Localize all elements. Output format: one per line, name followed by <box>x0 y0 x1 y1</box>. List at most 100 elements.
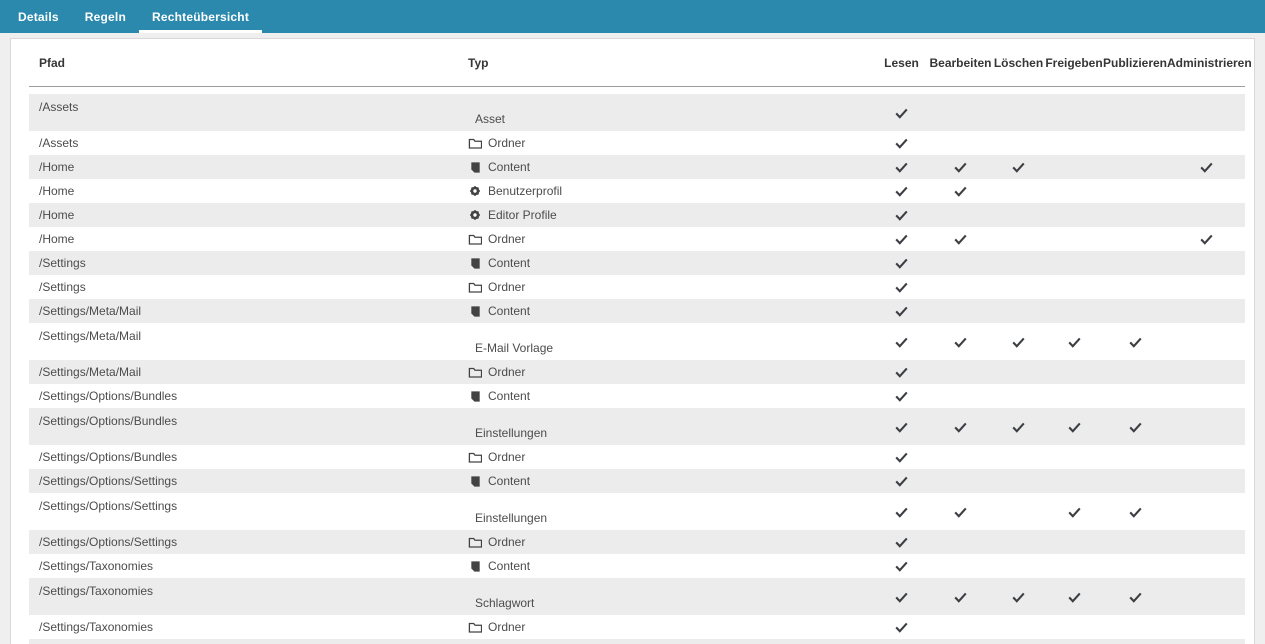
table-body: /AssetsAsset/AssetsOrdner/HomeContent/Ho… <box>29 94 1245 644</box>
row-type: Content <box>468 256 874 270</box>
row-path: /Home <box>29 232 468 246</box>
perm-cell-lesen <box>874 232 929 246</box>
row-path: /Settings/Meta/Mail <box>29 365 468 379</box>
content-icon <box>468 474 482 488</box>
perm-cell-lesen <box>874 184 929 198</box>
perm-cell-lesen <box>874 559 929 573</box>
check-icon <box>895 622 908 633</box>
check-icon <box>954 337 967 348</box>
row-type: Ordner <box>468 365 874 379</box>
check-icon <box>1129 507 1142 518</box>
perm-cell-administrieren <box>1167 232 1245 246</box>
check-icon <box>954 507 967 518</box>
next-row-partial <box>29 639 1245 644</box>
check-icon <box>895 422 908 433</box>
table-row: /HomeEditor Profile <box>29 203 1245 227</box>
content-icon <box>468 559 482 573</box>
perm-cell-loeschen <box>992 590 1045 604</box>
row-type: Content <box>468 304 874 318</box>
perm-cell-lesen <box>874 256 929 270</box>
check-icon <box>895 452 908 463</box>
table-row: /Settings Content <box>29 251 1245 275</box>
check-icon <box>954 162 967 173</box>
row-path: /Assets <box>29 136 468 150</box>
row-type: Content <box>468 474 874 488</box>
perm-cell-lesen <box>874 335 929 349</box>
column-header-lesen: Lesen <box>874 56 929 70</box>
row-type-label: Einstellungen <box>475 426 547 440</box>
row-path: /Settings <box>29 256 468 270</box>
row-type: Ordner <box>468 280 874 294</box>
table-row: /Settings/Options/Settings Einstellungen <box>29 493 1245 530</box>
row-path: /Settings/Options/Bundles <box>29 408 468 428</box>
check-icon <box>895 186 908 197</box>
row-type: Ordner <box>468 535 874 549</box>
column-header-administrieren: Administrieren <box>1167 56 1245 70</box>
perm-cell-bearbeiten <box>929 160 992 174</box>
row-type-label: Ordner <box>488 365 525 379</box>
perm-cell-administrieren <box>1167 160 1245 174</box>
tab-regeln[interactable]: Regeln <box>72 0 139 33</box>
row-path: /Settings/Options/Bundles <box>29 450 468 464</box>
row-type: Content <box>468 389 874 403</box>
check-icon <box>895 210 908 221</box>
perm-cell-publizieren <box>1103 335 1167 349</box>
row-type: Ordner <box>468 136 874 150</box>
row-type-label: E-Mail Vorlage <box>475 341 553 355</box>
check-icon <box>895 337 908 348</box>
perm-cell-bearbeiten <box>929 420 992 434</box>
perm-cell-lesen <box>874 208 929 222</box>
check-icon <box>1012 337 1025 348</box>
table-row: /Settings/Meta/Mail Ordner <box>29 360 1245 384</box>
perm-cell-freigeben <box>1045 590 1103 604</box>
perm-cell-lesen <box>874 620 929 634</box>
perm-cell-loeschen <box>992 160 1045 174</box>
check-icon <box>1129 422 1142 433</box>
check-icon <box>954 592 967 603</box>
check-icon <box>1200 162 1213 173</box>
perm-cell-lesen <box>874 590 929 604</box>
column-header-freigeben: Freigeben <box>1045 56 1103 70</box>
perm-cell-lesen <box>874 420 929 434</box>
check-icon <box>1012 592 1025 603</box>
row-type-label: Ordner <box>488 136 525 150</box>
column-header-bearbeiten: Bearbeiten <box>929 56 992 70</box>
row-type-label: Einstellungen <box>475 511 547 525</box>
row-path: /Settings/Meta/Mail <box>29 323 468 343</box>
row-path: /Settings <box>29 280 468 294</box>
row-type-label: Content <box>488 389 530 403</box>
row-type-label: Content <box>488 256 530 270</box>
perm-cell-lesen <box>874 450 929 464</box>
table-row: /HomeContent <box>29 155 1245 179</box>
check-icon <box>895 537 908 548</box>
row-type: E-Mail Vorlage <box>468 341 874 360</box>
perm-cell-lesen <box>874 304 929 318</box>
check-icon <box>954 422 967 433</box>
check-icon <box>895 234 908 245</box>
table-row: /AssetsAsset <box>29 94 1245 131</box>
tab-bar: DetailsRegelnRechteübersicht <box>0 0 1265 33</box>
row-type: Content <box>468 559 874 573</box>
perm-cell-lesen <box>874 474 929 488</box>
row-path: /Settings/Options/Settings <box>29 493 468 513</box>
perm-cell-freigeben <box>1045 335 1103 349</box>
check-icon <box>895 258 908 269</box>
check-icon <box>895 391 908 402</box>
table-row: /Settings/Options/SettingsOrdner <box>29 530 1245 554</box>
check-icon <box>1200 234 1213 245</box>
tab-rechteuebersicht[interactable]: Rechteübersicht <box>139 0 262 33</box>
check-icon <box>1068 592 1081 603</box>
row-path: /Settings/Taxonomies <box>29 578 468 598</box>
row-type-label: Schlagwort <box>475 596 534 610</box>
row-type-label: Ordner <box>488 280 525 294</box>
tab-details[interactable]: Details <box>5 0 72 33</box>
perm-cell-lesen <box>874 505 929 519</box>
perm-cell-bearbeiten <box>929 184 992 198</box>
perm-cell-lesen <box>874 535 929 549</box>
table-row: /Settings/Options/SettingsContent <box>29 469 1245 493</box>
column-header-typ: Typ <box>468 56 874 70</box>
row-path: /Home <box>29 160 468 174</box>
table-row: /Settings/Options/Bundles Einstellungen <box>29 408 1245 445</box>
content-icon <box>468 304 482 318</box>
permissions-table-card: Pfad Typ LesenBearbeitenLöschenFreigeben… <box>10 38 1255 644</box>
